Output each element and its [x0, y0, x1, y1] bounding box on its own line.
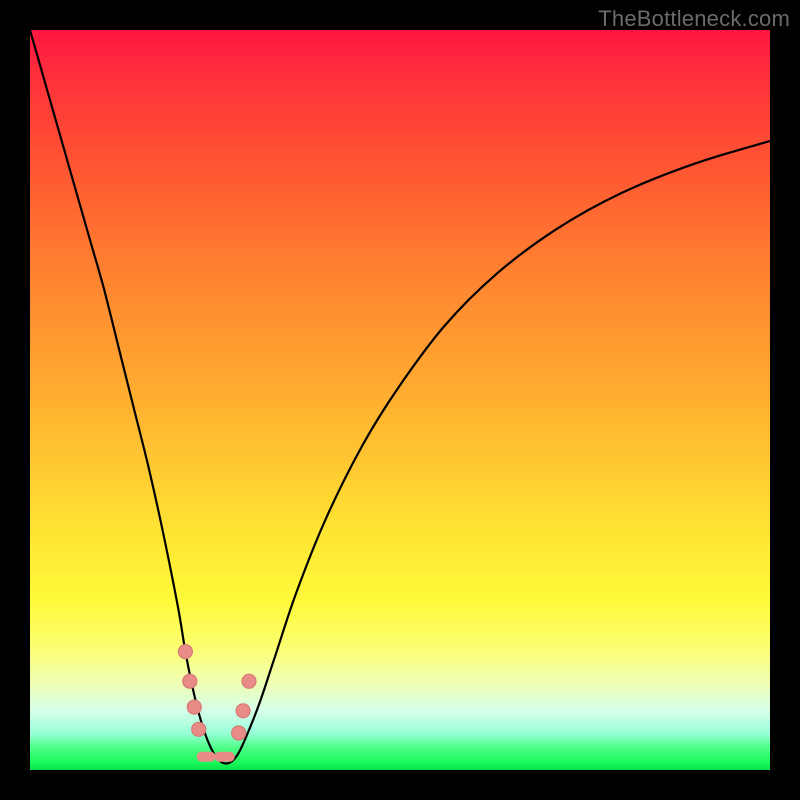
plot-area — [30, 30, 770, 770]
bottleneck-curve — [30, 30, 770, 770]
marker-dot — [178, 645, 192, 659]
chart-stage: TheBottleneck.com — [0, 0, 800, 800]
watermark-text: TheBottleneck.com — [598, 6, 790, 32]
marker-dot — [187, 700, 201, 714]
marker-dot — [232, 726, 246, 740]
marker-dot — [183, 674, 197, 688]
marker-dot — [192, 722, 206, 736]
marker-dot — [236, 704, 250, 718]
bottleneck-curve-path — [30, 30, 770, 764]
marker-dot — [242, 674, 256, 688]
